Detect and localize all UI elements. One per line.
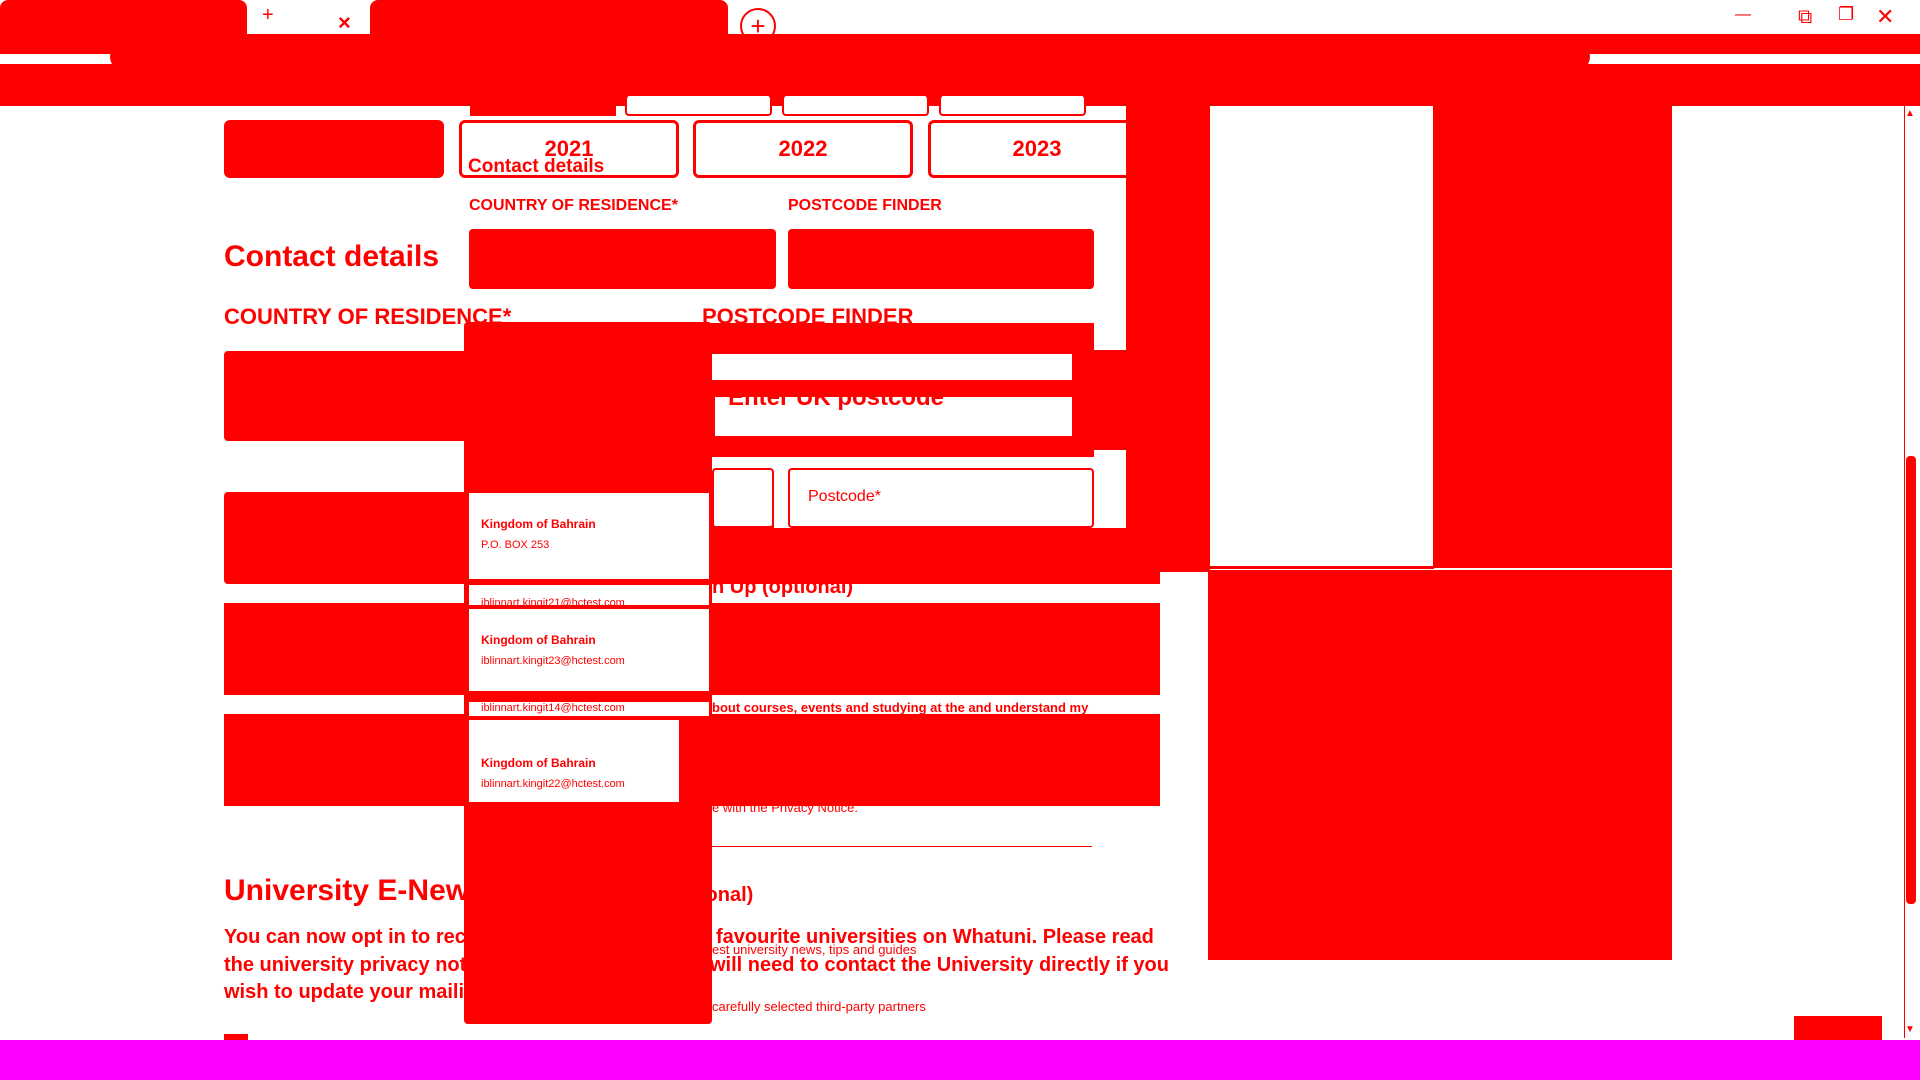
mini-postcode-field[interactable]: Postcode*: [788, 468, 1094, 528]
autocomplete-sub: iblinnart.kingit22@hctest.com: [481, 778, 625, 790]
side-panel-block: [1208, 570, 1672, 960]
enews-heading: University E-News: [224, 874, 486, 907]
autocomplete-title: Kingdom of Bahrain: [481, 517, 596, 531]
enews-body-line2: the university privacy notic: [224, 954, 483, 976]
year-button-2022[interactable]: 2022: [693, 120, 913, 178]
autocomplete-item[interactable]: Kingdom of Bahrain iblinnart.kingit23@hc…: [469, 609, 709, 691]
mini-address-field[interactable]: [712, 468, 774, 528]
scroll-down-icon[interactable]: ▼: [1905, 1024, 1915, 1035]
ghost-year-button: [939, 96, 1086, 116]
autocomplete-sub: iblinnart.kingit23@hctest.com: [481, 655, 625, 667]
ghost-year-button: [625, 96, 772, 116]
partners-text: carefully selected third-party partners: [712, 999, 926, 1014]
autocomplete-item[interactable]: iblinnart.kingit21@hctest.com: [469, 585, 709, 609]
autocomplete-item[interactable]: Kingdom of Bahrain iblinnart.kingit22@hc…: [469, 720, 679, 802]
section-divider: [712, 846, 1092, 847]
ghost-year-selected: [470, 96, 616, 116]
side-panel-gap: [1210, 106, 1434, 566]
consent-field-right[interactable]: [712, 714, 1160, 806]
feedback-button[interactable]: [1794, 1016, 1882, 1040]
postcode-field-placeholder: Postcode*: [808, 488, 881, 505]
mini-postcode-input[interactable]: [788, 229, 1094, 289]
enews-body-line3: wish to update your mailin: [224, 981, 477, 1003]
autocomplete-item[interactable]: Kingdom of Bahrain P.O. BOX 253: [469, 493, 709, 579]
year-button-2023[interactable]: 2023: [928, 120, 1146, 178]
consent-text: bout courses, events and studying at the…: [712, 700, 1089, 715]
autocomplete-title: Kingdom of Bahrain: [481, 756, 596, 770]
mini-postcode-label: POSTCODE FINDER: [788, 197, 942, 214]
mini-contact-heading: Contact details: [468, 156, 605, 177]
signup-text: n Up (optional): [712, 576, 854, 598]
close-tab-icon[interactable]: ×: [338, 10, 351, 36]
year-label: 2023: [1012, 136, 1062, 161]
ghost-year-button: [782, 96, 929, 116]
scrollbar-thumb[interactable]: [1906, 456, 1916, 904]
window-close-icon[interactable]: ✕: [1876, 4, 1894, 30]
postcode-placeholder: Enter UK postcode: [728, 384, 945, 411]
side-panel-divider: [1210, 566, 1434, 569]
privacy-notice-text: e with the Privacy Notice.: [712, 800, 858, 815]
enews-body-line1: You can now opt in to recei: [224, 926, 483, 948]
year-label: 2022: [778, 136, 828, 161]
browser-tab-active[interactable]: [0, 0, 247, 34]
autocomplete-sub: P.O. BOX 253: [481, 539, 550, 551]
taskbar: [0, 1040, 1920, 1080]
autocomplete-sub: iblinnart.kingit14@hctest.com: [481, 702, 625, 714]
side-panel-inner: [1126, 104, 1210, 572]
new-tab-icon[interactable]: +: [262, 4, 274, 27]
scroll-up-icon[interactable]: ▲: [1905, 108, 1915, 119]
postcode-search-input[interactable]: [712, 354, 1072, 380]
browser-tab-second[interactable]: [370, 0, 728, 38]
maximize-icon[interactable]: ❐: [1838, 4, 1854, 25]
minimize-icon[interactable]: —: [1735, 6, 1751, 24]
autocomplete-title: Kingdom of Bahrain: [481, 633, 596, 647]
enews-body-line2-end: will need to contact the University dire…: [710, 954, 1169, 976]
signup-field-right[interactable]: [712, 603, 1160, 695]
autocomplete-sub: iblinnart.kingit21@hctest.com: [481, 597, 625, 609]
side-panel-column: [1433, 104, 1672, 568]
mini-country-label: COUNTRY OF RESIDENCE*: [469, 197, 678, 214]
year-option-selected[interactable]: [224, 120, 444, 178]
mini-country-select[interactable]: [469, 229, 776, 289]
restore-icon[interactable]: ⧉: [1798, 6, 1812, 29]
contact-heading: Contact details: [224, 240, 440, 273]
autocomplete-item[interactable]: iblinnart.kingit14@hctest.com: [469, 702, 709, 716]
signup-optional-label: n Up (optional): [712, 576, 853, 599]
